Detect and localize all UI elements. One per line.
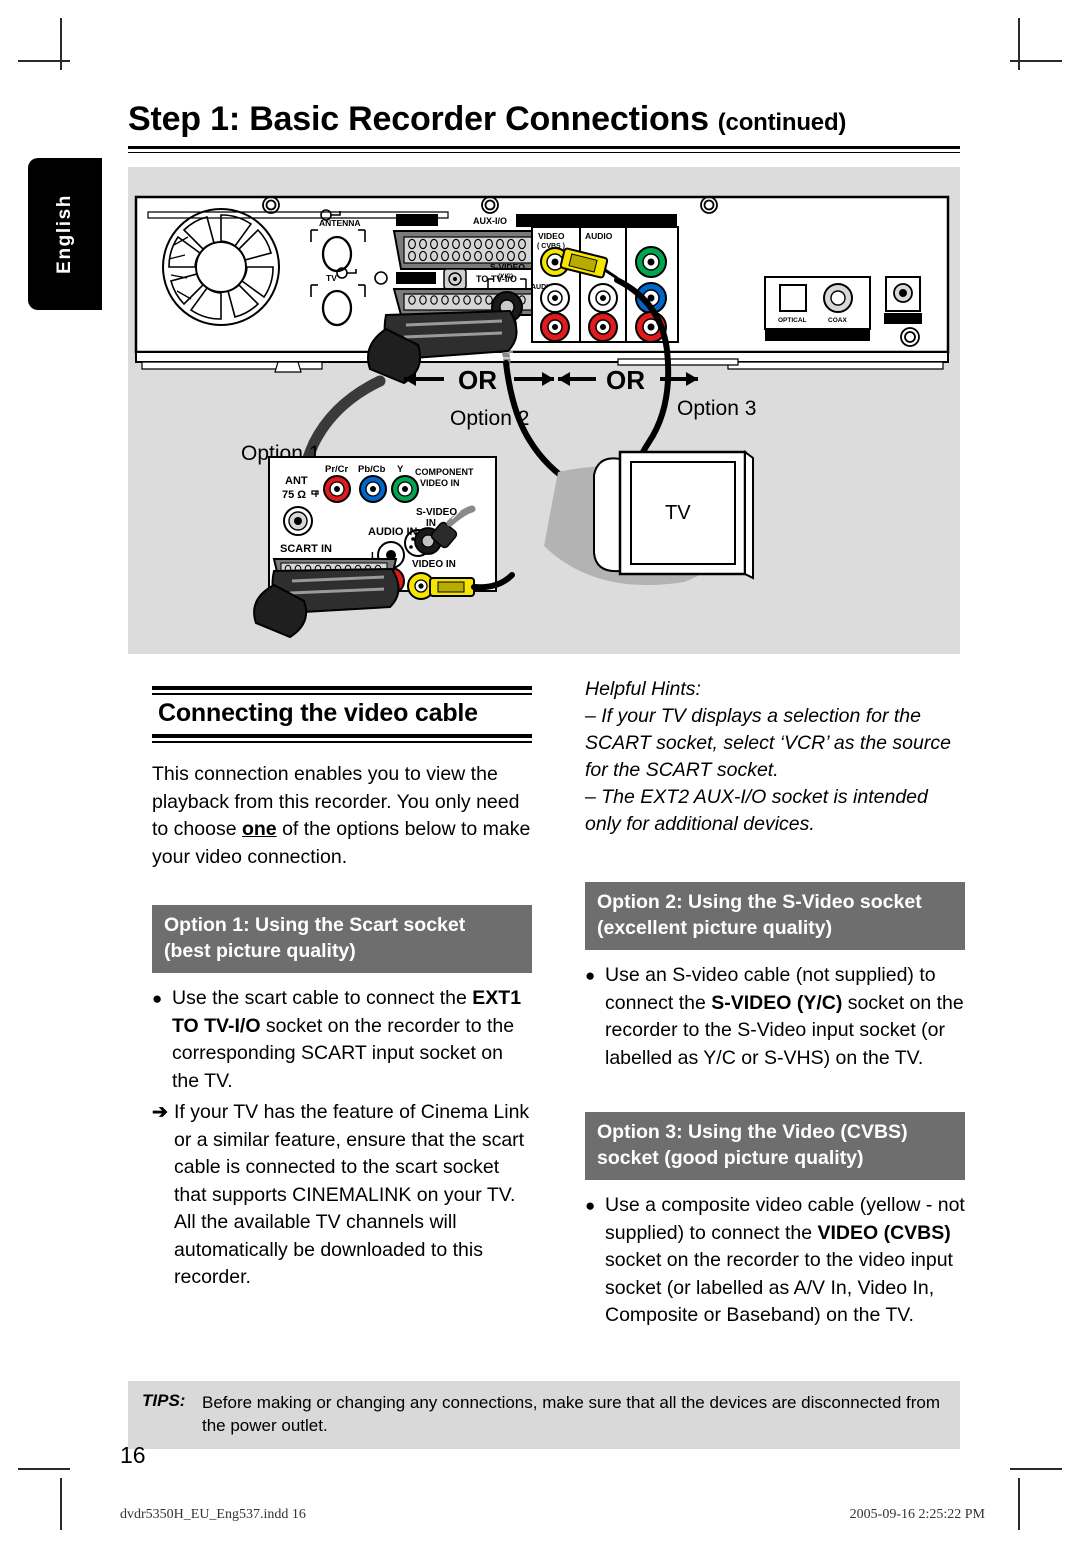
tv-label-component: COMPONENT [415, 467, 474, 477]
arrow-right-icon: ➔ [152, 1102, 168, 1123]
option-1-bar: Option 1: Using the Scart socket (best p… [152, 905, 532, 973]
intro-paragraph: This connection enables you to view the … [152, 761, 532, 871]
tv-label-audio-in: AUDIO IN [368, 526, 418, 538]
option-1-text: Use the scart cable to connect the EXT1 … [172, 985, 532, 1095]
option-1-bar-line-2: (best picture quality) [164, 940, 356, 962]
title-rule [128, 146, 960, 153]
option-2-bullet-row: ● Use an S-video cable (not supplied) to… [585, 962, 965, 1076]
tv-set: TV [593, 450, 754, 580]
option-3-bar: Option 3: Using the Video (CVBS) socket … [585, 1112, 965, 1180]
hint-2: – The EXT2 AUX-I/O socket is intended on… [585, 786, 928, 835]
tv-label-ant-ohm: 75 Ω [282, 489, 306, 501]
language-tab: English [28, 158, 102, 310]
section-rule-top [152, 686, 532, 695]
hint-1: – If your TV displays a selection for th… [585, 705, 951, 781]
option-1-bar-line-1: Option 1: Using the Scart socket [164, 914, 466, 936]
footer-timestamp: 2005-09-16 2:25:22 PM [849, 1507, 985, 1522]
diagram-option-3-label: Option 3 [677, 397, 756, 420]
crop-mark-bottom-left-vertical [60, 1478, 62, 1530]
option-2-bar-line-1: Option 2: Using the S-Video socket [597, 891, 922, 913]
recorder-label-g-link: G-LINK [889, 317, 913, 324]
tv-label-component-video-in: VIDEO IN [420, 478, 460, 488]
recorder-label-digital-audio-out: DIGITAL AUDIO OUT [774, 331, 848, 340]
recorder-label-tv: TV [326, 273, 337, 283]
page-title: Step 1: Basic Recorder Connections (cont… [128, 100, 960, 139]
tv-label-scart-in: SCART IN [280, 543, 332, 555]
option-1-text-a: Use the scart cable to connect the [172, 987, 473, 1009]
recorder-label-aux-io: AUX-I/O [473, 216, 507, 226]
section-rule-bottom [152, 734, 532, 743]
tv-label-y: Y [397, 464, 404, 475]
intro-emphasis: one [241, 818, 277, 840]
option-3-text-bold: VIDEO (CVBS) [817, 1221, 951, 1244]
right-column: Helpful Hints: – If your TV displays a s… [585, 676, 965, 1334]
recorder-label-ext2: EXT 2 [399, 216, 425, 227]
option-1-note: If your TV has the feature of Cinema Lin… [174, 1101, 530, 1288]
left-column: Connecting the video cable This connecti… [152, 686, 532, 1296]
option-1-bullet-row: ● Use the scart cable to connect the EXT… [152, 985, 532, 1099]
bullet-icon: ● [585, 966, 596, 985]
recorder-label-s-video-yc: (Y/C) [498, 273, 513, 280]
or-marker-2: OR [558, 365, 698, 395]
footer-filename: dvdr5350H_EU_Eng537.indd 16 [120, 1507, 306, 1522]
tips-text: Before making or changing any connection… [202, 1393, 941, 1435]
tips-box: TIPS: Before making or changing any conn… [128, 1381, 960, 1449]
tv-label-s-video-in: S-VIDEO [416, 507, 457, 518]
scart-plug-tv [253, 567, 400, 639]
bullet-icon: ● [152, 989, 163, 1008]
page-title-main: Step 1: Basic Recorder Connections [128, 100, 709, 138]
bullet-icon: ● [585, 1196, 596, 1215]
connection-diagram: .lbl{font-family:"Liberation Sans",sans-… [128, 167, 960, 654]
hints-title: Helpful Hints: [585, 678, 701, 700]
option-3-text-b: socket on the recorder to the video inpu… [605, 1249, 953, 1326]
svg-text:OR: OR [458, 365, 497, 395]
section-heading: Connecting the video cable [158, 699, 478, 727]
option-1-note-row: ➔ If your TV has the feature of Cinema L… [152, 1099, 532, 1296]
cvbs-plug-tv [429, 572, 515, 597]
option-2-bar-line-2: (excellent picture quality) [597, 917, 833, 939]
recorder-label-video: VIDEO [538, 231, 565, 241]
tv-label-pr-cr: Pr/Cr [325, 464, 349, 475]
option-2-bar: Option 2: Using the S-Video socket (exce… [585, 882, 965, 950]
page-number: 16 [120, 1442, 146, 1468]
option-2-text-bold: S-VIDEO (Y/C) [711, 991, 843, 1014]
svg-text:OR: OR [606, 365, 645, 395]
option-3-bullet-row: ● Use a composite video cable (yellow - … [585, 1192, 965, 1334]
tips-label: TIPS: [142, 1391, 186, 1410]
tv-label-video-in: VIDEO IN [412, 559, 456, 570]
recorder-label-optical: OPTICAL [778, 317, 807, 324]
recorder-label-coax: COAX [828, 317, 847, 324]
option-3-text: Use a composite video cable (yellow - no… [605, 1192, 965, 1330]
or-marker-1: OR [404, 365, 554, 395]
recorder-label-audio: AUDIO [585, 231, 613, 241]
crop-mark-bottom-right-vertical [1018, 1478, 1020, 1530]
crop-mark-top-right-horizontal [1010, 60, 1062, 62]
crop-mark-top-right-vertical [1018, 18, 1020, 70]
page-title-continued: (continued) [717, 109, 847, 136]
diagram-option-2-label: Option 2 [450, 407, 529, 430]
crop-mark-top-left-horizontal [18, 60, 70, 62]
crop-mark-bottom-right-horizontal [1010, 1468, 1062, 1470]
option-3-bar-line-2: socket (good picture quality) [597, 1147, 864, 1169]
option-3-bar-line-1: Option 3: Using the Video (CVBS) [597, 1121, 908, 1143]
crop-mark-bottom-left-horizontal [18, 1468, 70, 1470]
crop-mark-top-left-vertical [60, 18, 62, 70]
tv-screen-label: TV [665, 502, 691, 524]
recorder-label-ext1: EXT 1 [399, 274, 426, 285]
recorder-label-s-video: S-VIDEO [490, 262, 525, 272]
page-header: Step 1: Basic Recorder Connections (cont… [128, 100, 960, 153]
language-tab-label: English [54, 194, 75, 274]
tv-label-pb-cb: Pb/Cb [358, 464, 386, 475]
tv-label-ant: ANT [285, 475, 308, 487]
option-2-text: Use an S-video cable (not supplied) to c… [605, 962, 965, 1072]
